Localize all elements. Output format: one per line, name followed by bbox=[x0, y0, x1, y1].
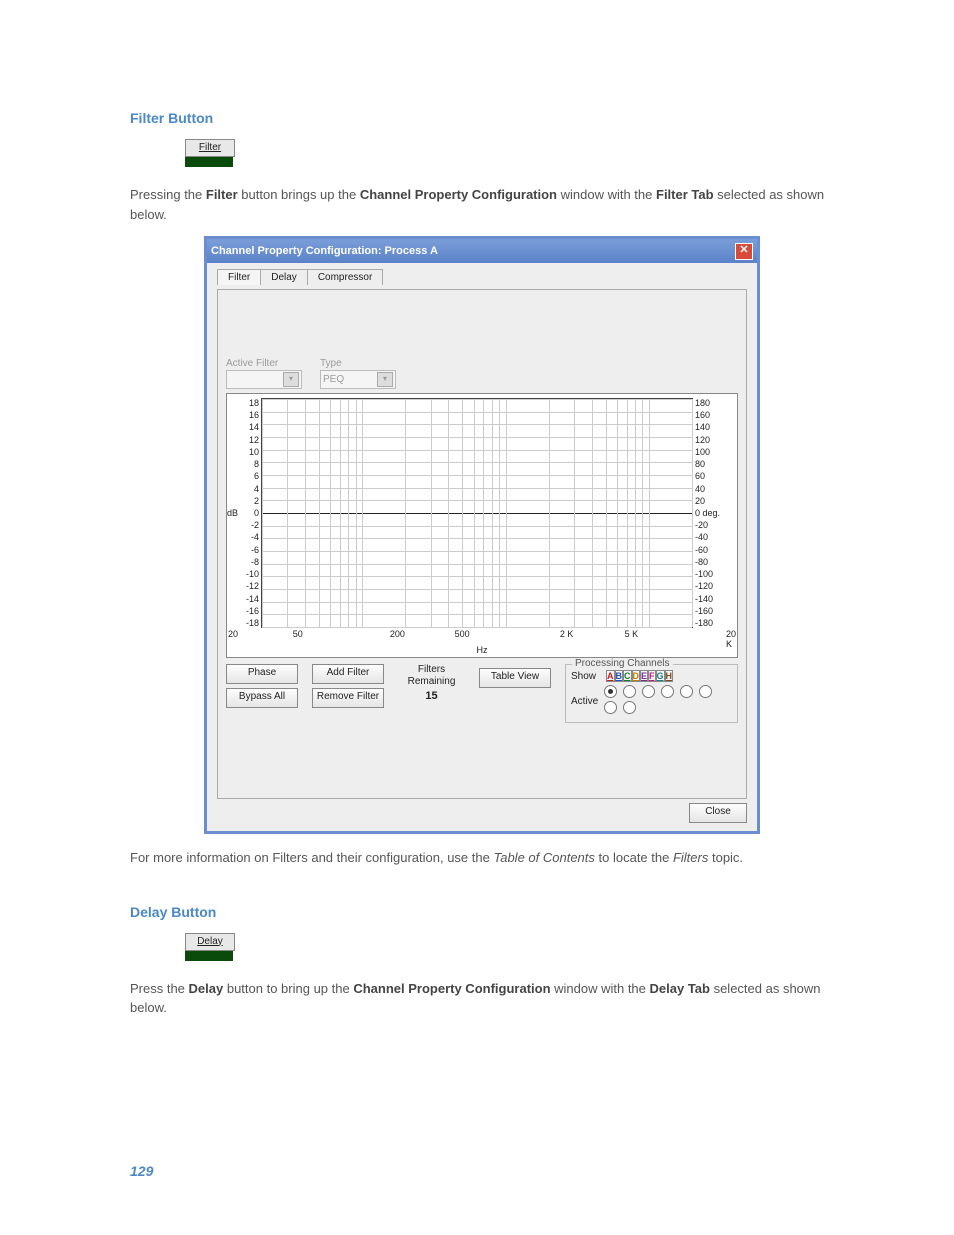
channel-show-g[interactable]: G bbox=[656, 670, 665, 682]
filters-remaining: Filters Remaining 15 bbox=[398, 664, 465, 703]
type-select[interactable]: PEQ▾ bbox=[320, 370, 396, 389]
window-title: Channel Property Configuration: Process … bbox=[211, 245, 438, 257]
channel-active-radio-d[interactable] bbox=[661, 685, 674, 698]
filter-footer-paragraph: For more information on Filters and thei… bbox=[130, 848, 834, 868]
active-filter-select[interactable]: ▾ bbox=[226, 370, 302, 389]
active-filter-label: Active Filter bbox=[226, 358, 302, 369]
channel-show-h[interactable]: H bbox=[665, 670, 674, 682]
tab-compressor[interactable]: Compressor bbox=[307, 269, 383, 285]
chevron-down-icon: ▾ bbox=[283, 372, 299, 387]
channel-show-d[interactable]: D bbox=[632, 670, 641, 682]
filter-graph: dB 181614121086420-2-4-6-8-10-12-14-16-1… bbox=[226, 393, 738, 658]
table-view-button[interactable]: Table View bbox=[479, 668, 551, 688]
type-label: Type bbox=[320, 358, 396, 369]
delay-button-graphic: Delay bbox=[185, 933, 235, 961]
channel-show-a[interactable]: A bbox=[606, 670, 615, 682]
channel-show-e[interactable]: E bbox=[640, 670, 648, 682]
filter-button-graphic: Filter bbox=[185, 139, 235, 167]
channel-active-radio-c[interactable] bbox=[642, 685, 655, 698]
remove-filter-button[interactable]: Remove Filter bbox=[312, 688, 384, 708]
channel-show-c[interactable]: C bbox=[623, 670, 632, 682]
active-label: Active bbox=[571, 696, 598, 707]
channel-active-radio-a[interactable] bbox=[604, 685, 617, 698]
delay-button-heading: Delay Button bbox=[130, 904, 834, 920]
show-label: Show bbox=[571, 671, 603, 682]
channel-show-b[interactable]: B bbox=[615, 670, 624, 682]
close-button[interactable]: Close bbox=[689, 803, 747, 823]
channel-active-radio-h[interactable] bbox=[623, 701, 636, 714]
channel-active-radio-f[interactable] bbox=[699, 685, 712, 698]
bypass-all-button[interactable]: Bypass All bbox=[226, 688, 298, 708]
channel-property-window: Channel Property Configuration: Process … bbox=[204, 236, 760, 834]
processing-channels-group: Processing Channels Show ABCDEFGH Active bbox=[565, 664, 738, 723]
channel-show-f[interactable]: F bbox=[648, 670, 656, 682]
channel-active-radio-e[interactable] bbox=[680, 685, 693, 698]
filter-intro-paragraph: Pressing the Filter button brings up the… bbox=[130, 185, 834, 224]
page-number: 129 bbox=[130, 1163, 153, 1179]
filter-button-heading: Filter Button bbox=[130, 110, 834, 126]
tab-strip: Filter Delay Compressor bbox=[217, 269, 747, 285]
channel-active-radio-b[interactable] bbox=[623, 685, 636, 698]
db-axis-label: dB bbox=[227, 508, 238, 518]
phase-button[interactable]: Phase bbox=[226, 664, 298, 684]
delay-intro-paragraph: Press the Delay button to bring up the C… bbox=[130, 979, 834, 1018]
window-titlebar: Channel Property Configuration: Process … bbox=[207, 239, 757, 263]
add-filter-button[interactable]: Add Filter bbox=[312, 664, 384, 684]
channel-active-radio-g[interactable] bbox=[604, 701, 617, 714]
close-icon[interactable]: ✕ bbox=[735, 243, 753, 260]
tab-filter[interactable]: Filter bbox=[217, 269, 261, 285]
chevron-down-icon: ▾ bbox=[377, 372, 393, 387]
tab-delay[interactable]: Delay bbox=[260, 269, 308, 285]
